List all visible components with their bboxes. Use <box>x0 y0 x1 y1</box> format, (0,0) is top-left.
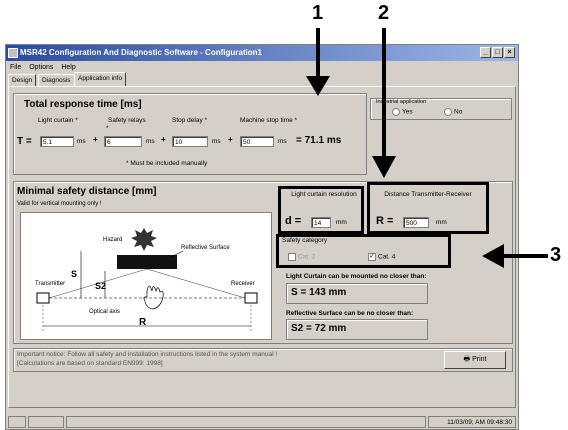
annotation-arrows <box>306 28 548 268</box>
arrow-1-head <box>306 76 330 96</box>
arrow-2-head <box>372 156 396 178</box>
arrow-3-head <box>482 244 504 268</box>
